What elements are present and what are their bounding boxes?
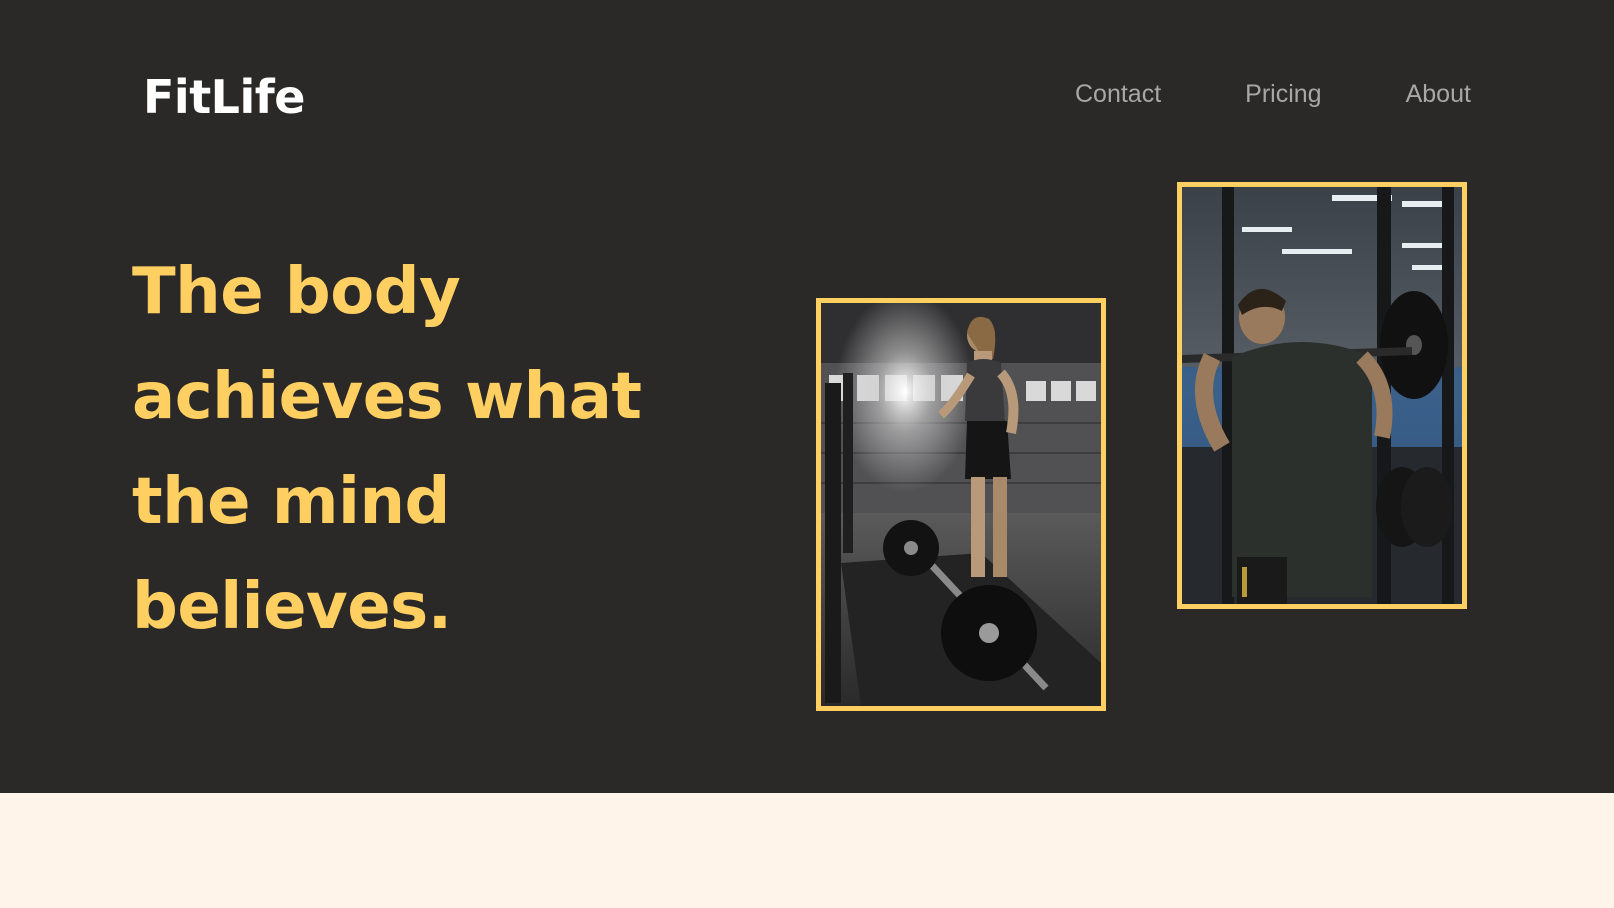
brand-logo[interactable]: FitLife: [143, 70, 305, 124]
main-nav: Contact Pricing About: [1075, 80, 1471, 109]
woman-deadlift-photo: [816, 298, 1106, 711]
woman-deadlift-image: [821, 303, 1101, 706]
nav-link-contact[interactable]: Contact: [1075, 80, 1161, 109]
headline-line: the mind: [132, 465, 450, 539]
nav-link-pricing[interactable]: Pricing: [1245, 80, 1321, 109]
headline-line: achieves what: [132, 360, 642, 434]
headline-line: believes.: [132, 570, 452, 644]
hero-section: FitLife Contact Pricing About The body a…: [0, 0, 1614, 793]
nav-link-about[interactable]: About: [1406, 80, 1471, 109]
headline-line: The body: [132, 255, 461, 329]
hero-headline: The body achieves what the mind believes…: [132, 240, 752, 660]
man-squat-rack-photo: [1177, 182, 1467, 609]
man-squat-rack-image: [1182, 187, 1462, 604]
